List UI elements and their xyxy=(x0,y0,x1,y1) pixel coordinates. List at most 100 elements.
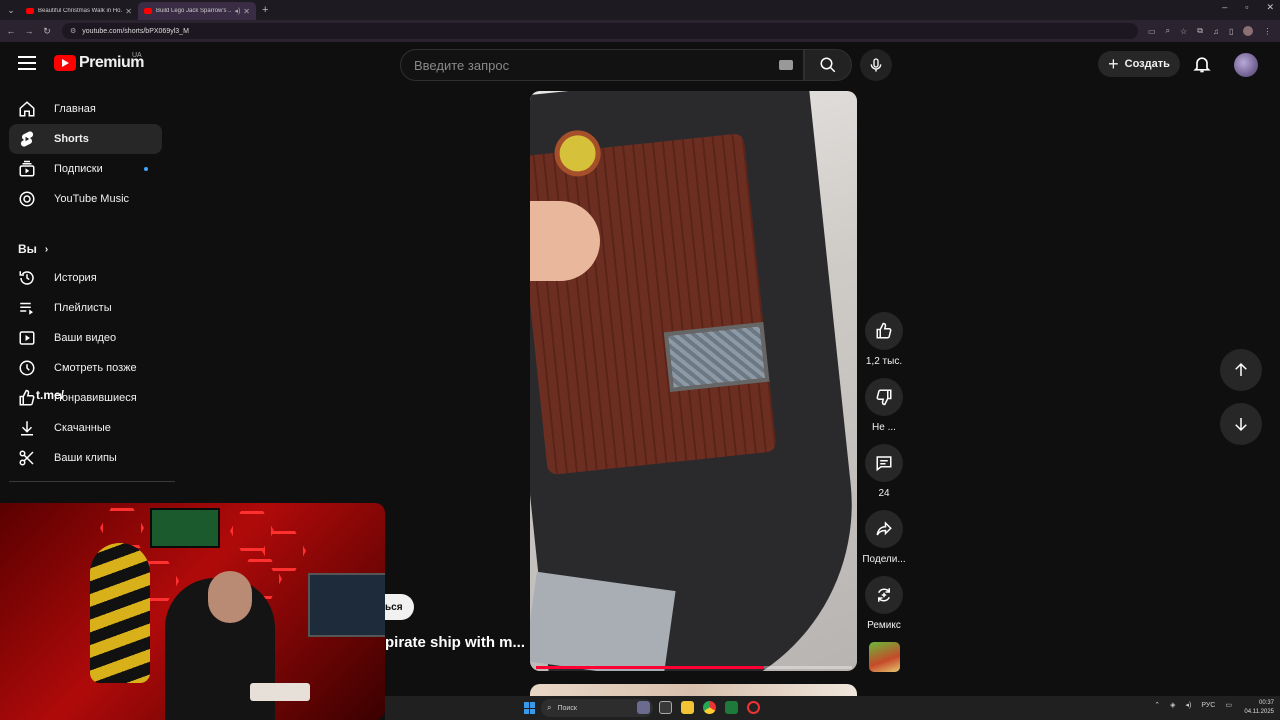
search-button[interactable] xyxy=(804,49,852,81)
country-code: UA xyxy=(132,52,142,59)
sidebar-item-label: Подписки xyxy=(54,163,103,175)
obs-icon[interactable] xyxy=(747,701,760,714)
menu-icon[interactable] xyxy=(18,56,36,70)
tab-title: Build Lego Jack Sparrow's ... xyxy=(156,8,233,14)
dislike-action[interactable]: Не ... xyxy=(864,378,904,433)
tab-close-icon[interactable]: ✕ xyxy=(125,7,132,16)
subscriptions-icon xyxy=(19,160,35,177)
menu-dots-icon[interactable]: ⋮ xyxy=(1263,27,1271,36)
webcam-person-head xyxy=(208,571,252,623)
liked-icon xyxy=(19,389,35,406)
tray-arrow-icon[interactable]: ⌃ xyxy=(1154,701,1160,709)
app-icon[interactable] xyxy=(725,701,738,714)
playlists-icon xyxy=(20,302,33,315)
volume-icon[interactable]: ◂) xyxy=(1185,701,1191,709)
chrome-icon[interactable] xyxy=(703,701,716,714)
next-short-button[interactable] xyxy=(1220,403,1262,445)
voice-search-button[interactable] xyxy=(860,49,892,81)
new-content-dot xyxy=(144,167,148,171)
sidebar-item-shorts[interactable]: Shorts xyxy=(9,124,162,154)
comments-button[interactable] xyxy=(865,444,903,482)
forward-icon[interactable]: → xyxy=(20,26,38,36)
sidebar-item-liked[interactable]: Понравившиеся xyxy=(9,383,162,413)
account-avatar[interactable] xyxy=(1234,53,1258,77)
network-icon[interactable]: ◈ xyxy=(1170,701,1175,709)
comments-count: 24 xyxy=(878,488,890,499)
system-tray: ⌃ ◈ ◂) РУС ▭ xyxy=(1154,701,1232,710)
sidebar-divider xyxy=(9,481,175,482)
sound-thumbnail[interactable] xyxy=(869,642,900,672)
watch-later-icon xyxy=(19,360,35,376)
app-icon[interactable] xyxy=(637,701,650,714)
video-progress-bar[interactable] xyxy=(536,666,852,669)
share-button[interactable] xyxy=(865,510,903,548)
file-explorer-icon[interactable] xyxy=(681,701,694,714)
zoom-icon[interactable]: ⌕ xyxy=(1166,26,1170,36)
sidebar-you-heading[interactable]: Вы › xyxy=(18,242,48,256)
sidebar-item-home[interactable]: Главная xyxy=(9,94,162,124)
maximize-icon[interactable]: ▫ xyxy=(1245,2,1248,13)
cast-icon[interactable]: ▭ xyxy=(1148,27,1156,36)
taskbar-clock[interactable]: 00:37 04.11.2025 xyxy=(1244,699,1274,717)
reload-icon[interactable]: ↻ xyxy=(38,26,56,37)
profile-avatar-icon[interactable] xyxy=(1243,26,1254,36)
sidebar-item-label: Смотреть позже xyxy=(54,362,137,374)
speaker-icon[interactable]: ◂) xyxy=(234,7,240,15)
tab-close-icon[interactable]: ✕ xyxy=(243,7,250,16)
battery-icon[interactable]: ▭ xyxy=(1225,701,1232,709)
sidebar-item-clips[interactable]: Ваши клипы xyxy=(9,443,162,473)
windows-start-icon[interactable] xyxy=(524,702,536,714)
sidebar-item-downloads[interactable]: Скачанные xyxy=(9,413,162,443)
search-icon: ⌕ xyxy=(547,703,552,712)
short-title[interactable]: pirate ship with m... xyxy=(385,634,525,654)
comment-icon xyxy=(876,456,892,472)
dislike-button[interactable] xyxy=(865,378,903,416)
subscribe-button[interactable]: ься xyxy=(384,594,414,620)
new-tab-icon[interactable]: + xyxy=(262,4,268,16)
site-info-icon[interactable]: ⚙ xyxy=(70,27,76,35)
tab-search-icon[interactable]: ⌄ xyxy=(2,2,20,18)
sidebar-item-label: YouTube Music xyxy=(54,193,130,205)
browser-tab-2[interactable]: Build Lego Jack Sparrow's ... ◂) ✕ xyxy=(138,2,256,20)
webcam-wall-screen xyxy=(150,508,220,548)
your-videos-icon xyxy=(19,331,35,345)
create-button[interactable]: + Создать xyxy=(1098,51,1180,77)
sidebar-item-label: Понравившиеся xyxy=(54,392,137,404)
minimize-icon[interactable]: – xyxy=(1222,2,1227,13)
task-view-icon[interactable] xyxy=(659,701,672,714)
notifications-bell-icon[interactable] xyxy=(1192,54,1212,74)
sidebar-item-your-videos[interactable]: Ваши видео xyxy=(9,323,162,353)
share-label: Подели... xyxy=(862,554,906,565)
back-icon[interactable]: ← xyxy=(2,26,20,36)
share-action[interactable]: Подели... xyxy=(862,510,906,565)
remix-button[interactable] xyxy=(865,576,903,614)
shorts-video-player[interactable] xyxy=(530,91,857,671)
keyboard-icon[interactable] xyxy=(779,60,793,70)
bookmark-star-icon[interactable]: ☆ xyxy=(1180,27,1187,36)
thumbs-up-icon xyxy=(876,322,892,339)
sidebar-item-watch-later[interactable]: Смотреть позже xyxy=(9,353,162,383)
browser-tab-1[interactable]: Beautiful Christmas Walk in Ho... ✕ xyxy=(20,2,138,20)
sidebar-item-playlists[interactable]: Плейлисты xyxy=(9,293,162,323)
keyboard-language[interactable]: РУС xyxy=(1201,702,1215,709)
sidebar-panel-icon[interactable]: ▯ xyxy=(1229,27,1233,36)
media-icon[interactable]: ♫ xyxy=(1213,27,1219,36)
extensions-icon[interactable]: ⧉ xyxy=(1197,26,1203,36)
youtube-premium-logo[interactable]: Premium UA xyxy=(54,52,144,72)
like-button[interactable] xyxy=(865,312,903,350)
sidebar-item-history[interactable]: История xyxy=(9,263,162,293)
sidebar-item-subscriptions[interactable]: Подписки xyxy=(9,154,162,184)
sidebar-item-youtube-music[interactable]: YouTube Music xyxy=(9,184,162,214)
url-field[interactable]: ⚙ youtube.com/shorts/bPX069yl3_M xyxy=(62,23,1138,39)
dislike-label: Не ... xyxy=(872,422,896,433)
comments-action[interactable]: 24 xyxy=(864,444,904,499)
sidebar-item-label: Shorts xyxy=(54,133,89,145)
close-window-icon[interactable]: ✕ xyxy=(1266,2,1274,13)
ship-deck xyxy=(530,132,777,476)
arrow-up-icon xyxy=(1235,362,1247,376)
search-input[interactable]: Введите запрос xyxy=(400,49,804,81)
like-action[interactable]: 1,2 тыс. xyxy=(864,312,904,367)
clock-time: 00:37 xyxy=(1258,700,1274,706)
remix-action[interactable]: Ремикс xyxy=(864,576,904,631)
previous-short-button[interactable] xyxy=(1220,349,1262,391)
